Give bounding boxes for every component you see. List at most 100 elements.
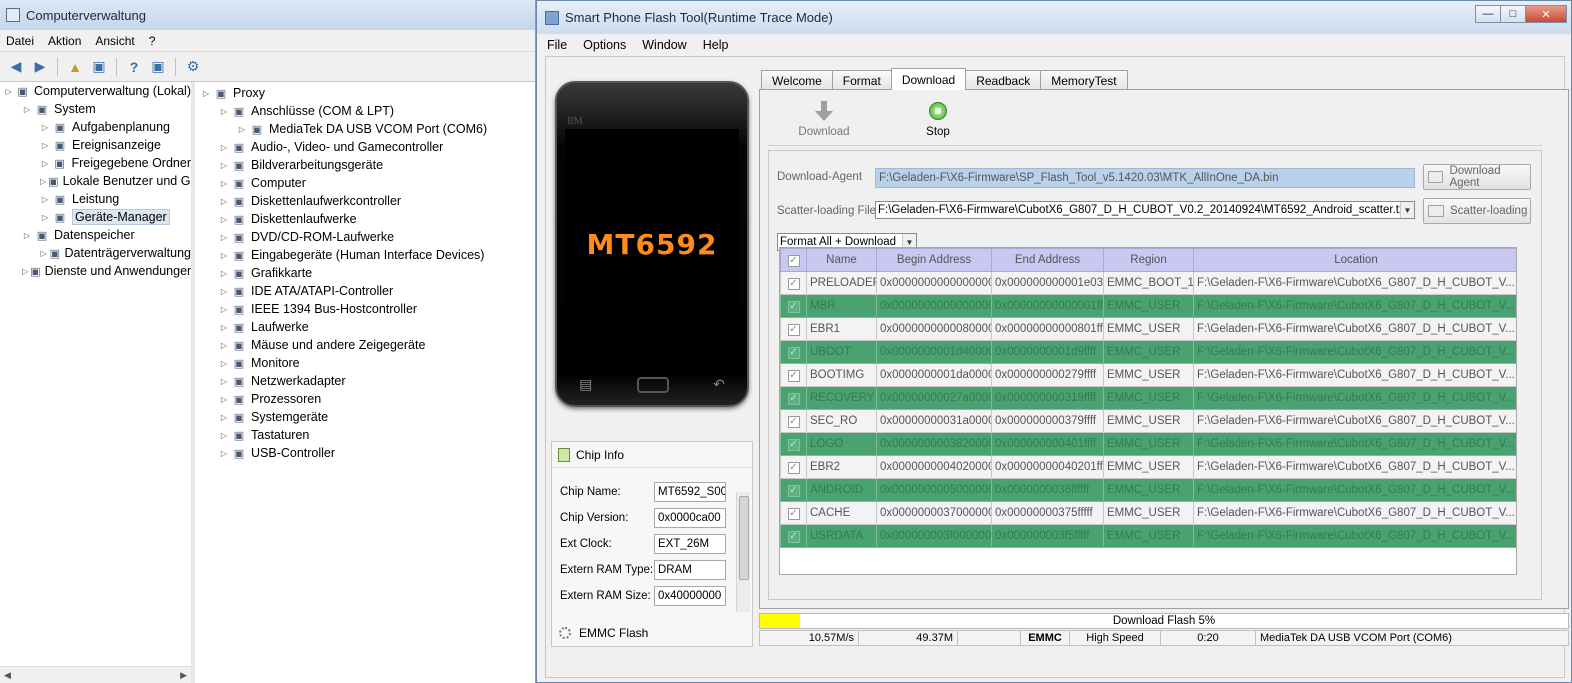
ft-menu-help[interactable]: Help (703, 38, 729, 52)
tree-item[interactable]: ▷ ▣ Aufgabenplanung (0, 118, 191, 136)
checkbox[interactable]: ✓ (787, 346, 800, 359)
tab-memorytest[interactable]: MemoryTest (1040, 70, 1128, 90)
table-row[interactable]: ✓ EBR1 0x0000000000080000 0x00000000000801f… (780, 317, 1516, 341)
tree-item[interactable]: ▷ ▣ MediaTek DA USB VCOM Port (COM6) (195, 120, 535, 138)
tree-item[interactable]: ▷ ▣ Bildverarbeitungsgeräte (195, 156, 535, 174)
col-header-region[interactable]: Region (1103, 248, 1194, 272)
expand-toggle-icon[interactable]: ▷ (219, 305, 229, 314)
table-row[interactable]: ✓ UBOOT 0x0000000001d40000 0x0000000001d9ff… (780, 340, 1516, 364)
tree-item[interactable]: ▷ ▣ Diskettenlaufwerkcontroller (195, 192, 535, 210)
tree-item[interactable]: ▷ ▣ USB-Controller (195, 444, 535, 462)
expand-toggle-icon[interactable]: ▷ (40, 249, 47, 258)
row-checkbox-cell[interactable]: ✓ (780, 363, 807, 387)
ram-size-value[interactable]: 0x40000000 (654, 586, 726, 606)
tree-item[interactable]: ▷ ▣ System (0, 100, 191, 118)
tree-item[interactable]: ▷ ▣ Anschlüsse (COM & LPT) (195, 102, 535, 120)
row-checkbox-cell[interactable]: ✓ (780, 340, 807, 364)
expand-toggle-icon[interactable]: ▷ (219, 449, 229, 458)
download-button[interactable]: Download (794, 100, 854, 138)
show-hide-tree-icon[interactable]: ▣ (89, 57, 109, 77)
expand-toggle-icon[interactable]: ▷ (219, 395, 229, 404)
table-row[interactable]: ✓ BOOTIMG 0x0000000001da0000 0x000000000279… (780, 363, 1516, 387)
ft-menu-options[interactable]: Options (583, 38, 626, 52)
ft-menu-window[interactable]: Window (642, 38, 686, 52)
expand-toggle-icon[interactable]: ▷ (219, 377, 229, 386)
ext-clock-value[interactable]: EXT_26M (654, 534, 726, 554)
checkbox[interactable]: ✓ (787, 484, 800, 497)
expand-toggle-icon[interactable]: ▷ (219, 251, 229, 260)
table-row[interactable]: ✓ USRDATA 0x000000003f000000 0x000000003f5f… (780, 524, 1516, 548)
expand-toggle-icon[interactable]: ▷ (40, 159, 50, 168)
chip-info-header[interactable]: Chip Info (552, 442, 752, 468)
expand-toggle-icon[interactable]: ▷ (40, 177, 46, 186)
tree-item[interactable]: ▷ ▣ Prozessoren (195, 390, 535, 408)
expand-toggle-icon[interactable]: ▷ (219, 323, 229, 332)
expand-toggle-icon[interactable]: ▷ (219, 269, 229, 278)
checkbox[interactable]: ✓ (787, 323, 800, 336)
properties-icon[interactable]: ▣ (148, 57, 168, 77)
checkbox[interactable]: ✓ (787, 254, 800, 267)
tree-item[interactable]: ▷ ▣ Leistung (0, 190, 191, 208)
scan-hardware-icon[interactable]: ⚙ (183, 57, 203, 77)
close-icon[interactable]: ✕ (1525, 5, 1567, 23)
emmc-flash-row[interactable]: EMMC Flash (551, 621, 753, 645)
expand-toggle-icon[interactable]: ▷ (219, 179, 229, 188)
row-checkbox-cell[interactable]: ✓ (780, 386, 807, 410)
tree-item[interactable]: ▷ ▣ Eingabegeräte (Human Interface Devices… (195, 246, 535, 264)
ft-titlebar[interactable]: Smart Phone Flash Tool(Runtime Trace Mod… (537, 1, 1571, 34)
download-agent-button[interactable]: Download Agent (1423, 164, 1531, 190)
help-icon[interactable]: ? (124, 57, 144, 77)
expand-toggle-icon[interactable]: ▷ (219, 215, 229, 224)
col-header-location[interactable]: Location (1193, 248, 1516, 272)
download-agent-field[interactable]: F:\Geladen-F\X6-Firmware\SP_Flash_Tool_v… (875, 168, 1415, 188)
scroll-right-icon[interactable]: ▶ (180, 670, 187, 681)
checkbox[interactable]: ✓ (787, 530, 800, 543)
table-row[interactable]: ✓ MBR 0x0000000000000000 0x00000000000001ff… (780, 294, 1516, 318)
row-checkbox-cell[interactable]: ✓ (780, 294, 807, 318)
tree-item[interactable]: ▷ ▣ Lokale Benutzer und Gr (0, 172, 191, 190)
expand-toggle-icon[interactable]: ▷ (219, 341, 229, 350)
tab-format[interactable]: Format (831, 70, 892, 90)
checkbox[interactable]: ✓ (787, 392, 800, 405)
table-row[interactable]: ✓ SEC_RO 0x00000000031a0000 0x000000000379f… (780, 409, 1516, 433)
row-checkbox-cell[interactable]: ✓ (780, 524, 807, 548)
chip-name-value[interactable]: MT6592_S00 (654, 482, 726, 502)
chip-version-value[interactable]: 0x0000ca00 (654, 508, 726, 528)
expand-toggle-icon[interactable]: ▷ (219, 413, 229, 422)
checkbox[interactable]: ✓ (787, 300, 800, 313)
checkbox[interactable]: ✓ (787, 415, 800, 428)
expand-toggle-icon[interactable]: ▷ (22, 267, 28, 276)
tree-item[interactable]: ▷ ▣ Grafikkarte (195, 264, 535, 282)
nav-hscrollbar[interactable]: ◀ ▶ (0, 666, 191, 683)
table-row[interactable]: ✓ EBR2 0x0000000004020000 0x00000000040201f… (780, 455, 1516, 479)
row-checkbox-cell[interactable]: ✓ (780, 271, 807, 295)
tree-item[interactable]: ▷ ▣ Monitore (195, 354, 535, 372)
scatter-file-combo[interactable]: F:\Geladen-F\X6-Firmware\CubotX6_G807_D_… (875, 201, 1415, 219)
expand-toggle-icon[interactable]: ▷ (219, 431, 229, 440)
tree-item[interactable]: ▷ ▣ Computer (195, 174, 535, 192)
stop-button[interactable]: Stop (908, 100, 968, 138)
cm-menu-help[interactable]: ? (149, 34, 156, 48)
checkbox[interactable]: ✓ (787, 461, 800, 474)
tree-item[interactable]: ▷ ▣ Computerverwaltung (Lokal) (0, 82, 191, 100)
expand-toggle-icon[interactable]: ▷ (40, 123, 50, 132)
row-checkbox-cell[interactable]: ✓ (780, 409, 807, 433)
row-checkbox-cell[interactable]: ✓ (780, 432, 807, 456)
cm-menu-ansicht[interactable]: Ansicht (95, 34, 134, 48)
up-folder-icon[interactable]: ▲ (65, 57, 85, 77)
expand-toggle-icon[interactable]: ▷ (40, 195, 50, 204)
tree-item[interactable]: ▷ ▣ Tastaturen (195, 426, 535, 444)
tree-item[interactable]: ▷ ▣ IEEE 1394 Bus-Hostcontroller (195, 300, 535, 318)
table-row[interactable]: ✓ CACHE 0x0000000037000000 0x00000000375fff… (780, 501, 1516, 525)
tree-item[interactable]: ▷ ▣ Geräte-Manager (0, 208, 191, 226)
chip-info-scrollbar[interactable] (736, 492, 750, 612)
expand-toggle-icon[interactable]: ▷ (40, 213, 50, 222)
tree-item[interactable]: ▷ ▣ Freigegebene Ordner (0, 154, 191, 172)
expand-toggle-icon[interactable]: ▷ (219, 107, 229, 116)
expand-toggle-icon[interactable]: ▷ (219, 197, 229, 206)
minimize-icon[interactable]: — (1475, 5, 1501, 23)
tree-item[interactable]: ▷ ▣ Netzwerkadapter (195, 372, 535, 390)
tree-item[interactable]: ▷ ▣ Laufwerke (195, 318, 535, 336)
forward-arrow-icon[interactable]: ▶ (30, 57, 50, 77)
tree-item[interactable]: ▷ ▣ Proxy (195, 84, 535, 102)
